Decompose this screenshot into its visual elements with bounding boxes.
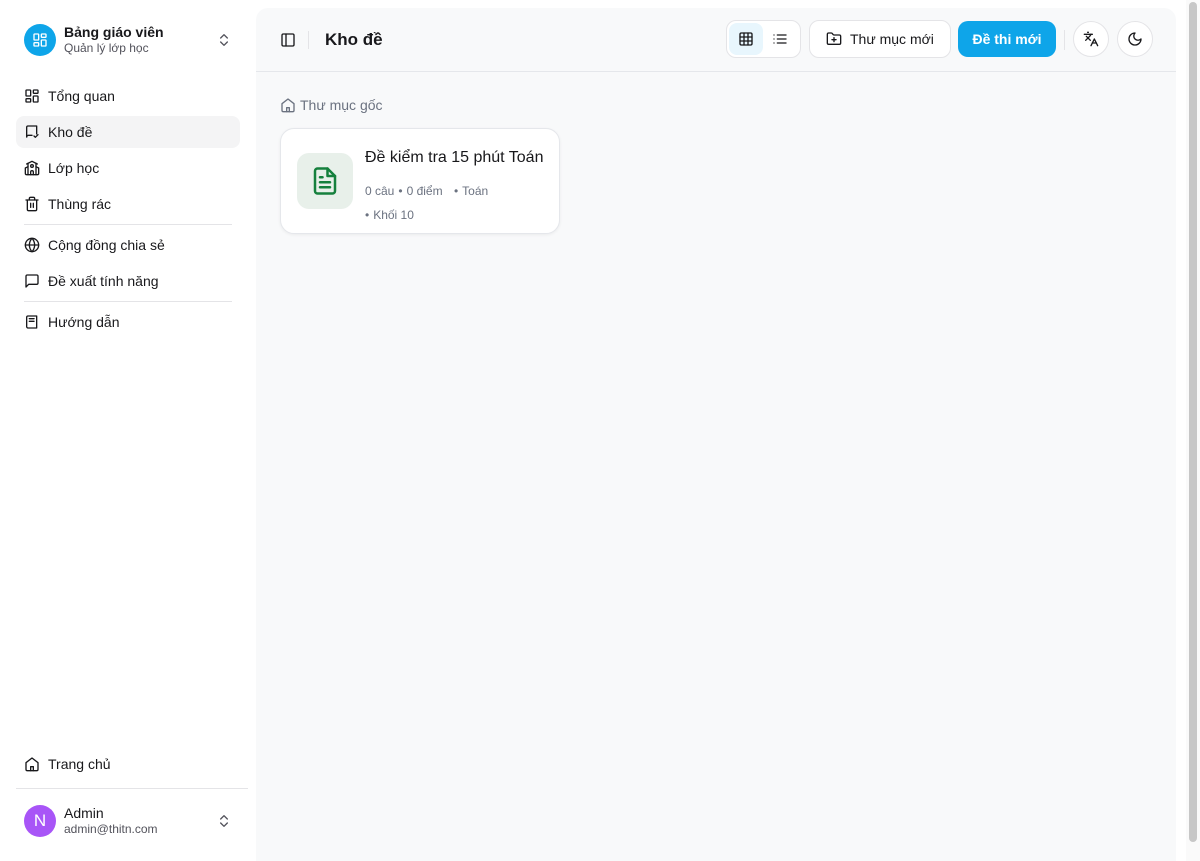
top-bar: Kho đề Thư mục mới Đề thi mới bbox=[256, 8, 1176, 72]
layout-dashboard-icon bbox=[25, 89, 39, 103]
exam-title: Đề kiểm tra 15 phút Toán bbox=[365, 149, 544, 166]
nav-item-label: Thùng rác bbox=[48, 196, 112, 212]
exam-card[interactable]: Đề kiểm tra 15 phút Toán 0 câu • 0 điểm • T… bbox=[280, 128, 560, 234]
dashboard-icon bbox=[24, 24, 56, 56]
page-title: Kho đề bbox=[325, 30, 383, 49]
chevrons-up-down-icon bbox=[220, 34, 228, 46]
nav-item-label: Kho đề bbox=[48, 124, 93, 140]
nav-item-community[interactable]: Cộng đồng chia sẻ bbox=[16, 229, 240, 261]
chevrons-up-down-icon bbox=[220, 815, 228, 827]
message-square-icon bbox=[25, 274, 39, 288]
meta-separator: • bbox=[365, 208, 370, 222]
meta-separator: • bbox=[398, 184, 403, 198]
nav-item-classes[interactable]: Lớp học bbox=[16, 152, 240, 184]
grid-view-button[interactable] bbox=[729, 23, 763, 55]
grid-icon bbox=[739, 32, 753, 46]
exam-question-count: 0 câu bbox=[365, 184, 395, 198]
sidebar-toggle-button[interactable] bbox=[276, 28, 300, 52]
breadcrumb-root: Thư mục gốc bbox=[300, 97, 383, 113]
new-folder-button[interactable]: Thư mục mới bbox=[809, 20, 951, 58]
new-folder-label: Thư mục mới bbox=[850, 31, 934, 47]
nav-item-label: Lớp học bbox=[48, 160, 100, 176]
folder-plus-icon bbox=[826, 32, 842, 45]
globe-icon bbox=[24, 237, 40, 253]
nav-item-label: Hướng dẫn bbox=[48, 314, 120, 330]
nav-item-trash[interactable]: Thùng rác bbox=[16, 188, 240, 220]
exam-grade: Khối 10 bbox=[373, 208, 414, 222]
panel-left-icon bbox=[281, 33, 295, 47]
list-view-button[interactable] bbox=[763, 23, 797, 55]
nav-item-label: Cộng đồng chia sẻ bbox=[48, 237, 165, 253]
school-icon bbox=[24, 160, 40, 176]
team-name: Bảng giáo viên bbox=[64, 24, 164, 40]
footer-nav: Trang chủ bbox=[16, 748, 240, 784]
guide-nav: Hướng dẫn bbox=[16, 306, 240, 342]
list-icon bbox=[773, 34, 787, 44]
nav-item-overview[interactable]: Tổng quan bbox=[16, 80, 240, 112]
new-exam-button[interactable]: Đề thi mới bbox=[958, 21, 1056, 57]
exam-subject: Toán bbox=[462, 184, 489, 198]
book-icon bbox=[26, 315, 38, 329]
nav-divider bbox=[24, 224, 232, 225]
exam-meta: 0 câu • 0 điểm • Toán • Khối 10 bbox=[365, 179, 555, 227]
nav-divider bbox=[24, 301, 232, 302]
moon-icon bbox=[1128, 32, 1142, 46]
user-menu[interactable]: N Admin admin@thitn.com bbox=[16, 797, 240, 845]
team-subtitle: Quản lý lớp học bbox=[64, 41, 149, 55]
breadcrumb[interactable]: Thư mục gốc bbox=[280, 97, 383, 113]
main-nav: Tổng quan Kho đề Lớp học Thùng rác bbox=[16, 80, 240, 224]
nav-item-home[interactable]: Trang chủ bbox=[16, 748, 240, 780]
theme-toggle-button[interactable] bbox=[1117, 21, 1153, 57]
user-email: admin@thitn.com bbox=[64, 822, 158, 836]
languages-icon bbox=[1083, 31, 1099, 47]
view-mode-toggle bbox=[726, 20, 801, 58]
nav-item-label: Trang chủ bbox=[48, 756, 111, 772]
scrollbar-thumb[interactable] bbox=[1189, 2, 1197, 842]
nav-item-label: Tổng quan bbox=[48, 88, 115, 104]
user-name: Admin bbox=[64, 805, 104, 821]
nav-item-feature-request[interactable]: Đề xuất tính năng bbox=[16, 265, 240, 297]
header-divider bbox=[308, 31, 309, 49]
nav-item-exam-bank[interactable]: Kho đề bbox=[16, 116, 240, 148]
language-button[interactable] bbox=[1073, 21, 1109, 57]
sidebar: Bảng giáo viên Quản lý lớp học Tổng quan… bbox=[0, 0, 248, 861]
exam-points: 0 điểm bbox=[406, 184, 443, 198]
nav-item-label: Đề xuất tính năng bbox=[48, 273, 159, 289]
team-switcher[interactable]: Bảng giáo viên Quản lý lớp học bbox=[16, 16, 240, 64]
book-check-icon bbox=[26, 125, 39, 138]
home-icon bbox=[281, 98, 295, 113]
nav-item-guide[interactable]: Hướng dẫn bbox=[16, 306, 240, 338]
community-nav: Cộng đồng chia sẻ Đề xuất tính năng bbox=[16, 229, 240, 301]
trash-icon bbox=[25, 196, 39, 212]
header-divider bbox=[1064, 30, 1065, 50]
file-text-icon bbox=[297, 153, 353, 209]
footer-divider bbox=[16, 788, 248, 789]
main-panel: Kho đề Thư mục mới Đề thi mới Thư mục gố… bbox=[256, 8, 1176, 861]
home-icon bbox=[25, 757, 39, 772]
meta-separator: • bbox=[453, 184, 459, 198]
avatar: N bbox=[24, 805, 56, 837]
